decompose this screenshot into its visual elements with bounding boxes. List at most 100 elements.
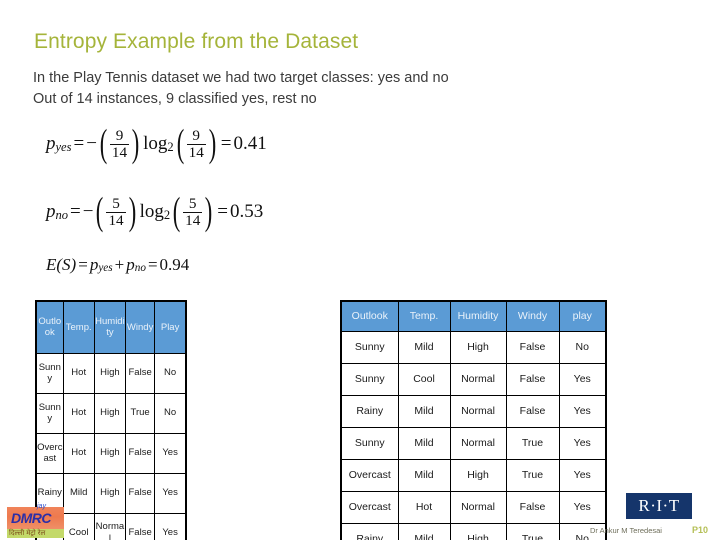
table-right-body: Sunny Mild High False No Sunny Cool Norm… [340,330,607,540]
th-humidity: Humidity [93,300,127,354]
paren-open-1: ( [99,122,108,166]
fraction-9-14-b: 9 14 [186,127,206,160]
eq-pno-var: p [46,201,56,222]
cell-outlook: Rainy [340,522,399,540]
cell-play: Yes [558,362,607,396]
cell-temp: Mild [397,458,451,492]
th-windy: Windy [505,300,560,332]
eq-pyes-var: p [46,133,56,154]
th-humidity: Humidity [449,300,507,332]
cell-outlook: Sunny [35,392,64,434]
eq-pno-log: log [139,201,164,222]
cell-windy: True [125,392,156,434]
table-right-header: Outlook Temp. Humidity Windy play [340,300,607,332]
rit-logo: R·I·T [626,493,692,519]
paren-open-2: ( [176,122,184,166]
paren-close-3: ) [128,190,136,234]
fraction-numerator: 5 [188,195,197,212]
cell-humidity: Normal [449,394,507,428]
slide-body-text: In the Play Tennis dataset we had two ta… [33,68,449,110]
rit-logo-text: R·I·T [638,496,680,515]
cell-temp: Cool [62,512,95,540]
cell-humidity: High [93,432,127,474]
footer-author: Dr Ankur M Teredesai [590,526,662,535]
paren-open-4: ( [172,190,181,234]
eq-pno-result: 0.53 [229,201,264,222]
eq-es-term2-sub: no [134,262,146,275]
fraction-denominator: 14 [106,211,126,229]
eq-pno-minus: − [82,201,94,222]
cell-temp: Hot [397,490,451,524]
table-row: Overcast Mild High True Yes [340,458,607,492]
cell-temp: Hot [62,352,95,394]
equation-entropy: E(S) = p yes + p no = 0.94 [46,255,189,275]
eq-pno-result-equals: = [217,201,228,222]
eq-pyes-log-base: 2 [167,140,174,155]
table-row: Sunny Mild Normal True Yes [340,426,607,460]
eq-es-equals: = [78,255,88,274]
th-outlook: Outlook [340,300,399,332]
eq-pyes-equals: = [73,133,85,154]
dmrc-logo-tagline: jay [37,503,46,510]
table-row: Overcast Hot High False Yes [35,432,187,474]
th-windy: Windy [125,300,156,354]
table-row: Sunny Mild High False No [340,330,607,364]
table-header-row: Outlook Temp. Humidity Windy play [340,300,607,332]
body-line-2: Out of 14 instances, 9 classified yes, r… [33,91,317,107]
cell-outlook: Sunny [340,426,399,460]
cell-play: Yes [558,490,607,524]
cell-temp: Cool [397,362,451,396]
fraction-numerator: 9 [192,127,200,144]
cell-outlook: Overcast [35,432,64,474]
cell-windy: False [505,490,560,524]
cell-play: Yes [154,472,187,514]
table-row: Sunny Cool Normal False Yes [340,362,607,396]
cell-outlook: Sunny [35,352,64,394]
th-temp: Temp. [397,300,451,332]
equation-p-yes: p yes = − ( 9 14 ) log 2 ( 9 14 ) = 0.41 [46,122,267,166]
cell-temp: Mild [397,394,451,428]
page-title: Entropy Example from the Dataset [34,30,359,53]
eq-es-term2-var: p [126,255,135,274]
play-tennis-table-right: Outlook Temp. Humidity Windy play Sunny … [340,300,607,540]
cell-play: No [558,330,607,364]
dmrc-logo-text: DMRC [11,510,52,526]
eq-es-lhs: E(S) [46,255,77,274]
eq-es-term1-sub: yes [98,262,113,275]
cell-humidity: Normal [93,512,127,540]
table-row: Sunny Hot High False No [35,352,187,394]
play-tennis-table-left: Outlook Temp. Humidity Windy Play Sunny … [35,300,187,540]
cell-humidity: High [93,392,127,434]
cell-windy: False [125,512,156,540]
cell-windy: False [505,362,560,396]
fraction-denominator: 14 [183,211,203,229]
cell-play: No [154,352,187,394]
cell-humidity: Normal [449,426,507,460]
equation-p-no: p no = − ( 5 14 ) log 2 ( 5 14 ) = 0.53 [46,190,264,234]
cell-windy: False [125,352,156,394]
footer-page-number: P10 [692,525,709,535]
cell-humidity: High [93,472,127,514]
fraction-denominator: 14 [109,143,130,161]
cell-windy: False [125,432,156,474]
table-row: Sunny Hot High True No [35,392,187,434]
paren-open-3: ( [96,190,104,234]
fraction-numerator: 5 [112,195,120,212]
cell-outlook: Rainy [340,394,399,428]
table-row: Rainy Mild High True No [340,522,607,540]
cell-temp: Mild [62,472,95,514]
fraction-9-14-a: 9 14 [109,128,130,161]
paren-close-1: ) [131,122,140,166]
cell-temp: Mild [397,522,451,540]
cell-humidity: Normal [449,490,507,524]
cell-humidity: High [449,522,507,540]
cell-temp: Hot [62,392,95,434]
cell-humidity: Normal [449,362,507,396]
cell-play: Yes [558,394,607,428]
body-line-1: In the Play Tennis dataset we had two ta… [33,70,449,86]
th-outlook: Outlook [35,300,64,354]
cell-outlook: Sunny [340,330,399,364]
cell-humidity: High [449,458,507,492]
eq-pyes-minus: − [86,133,97,154]
cell-play: Yes [558,426,607,460]
